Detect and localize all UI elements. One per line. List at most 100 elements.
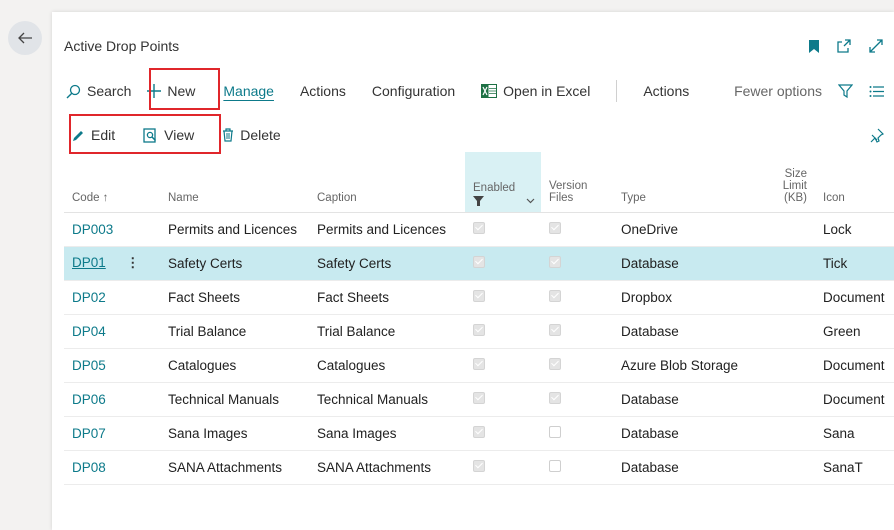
version-files-checkbox[interactable] (549, 425, 561, 438)
open-new-window-icon[interactable] (836, 38, 852, 54)
configuration-label: Configuration (371, 83, 456, 99)
view-label: View (164, 127, 195, 143)
column-header-size-limit[interactable]: Size Limit (KB) (756, 152, 815, 213)
column-header-version-files[interactable]: Version Files (541, 152, 613, 213)
version-files-checkbox[interactable] (549, 221, 561, 234)
version-files-checkbox[interactable] (549, 357, 561, 370)
pencil-icon (73, 130, 83, 141)
row-code-link[interactable]: DP003 (72, 222, 113, 237)
view-button[interactable]: View (143, 127, 194, 143)
enabled-checkbox[interactable] (473, 357, 485, 370)
row-name: Fact Sheets (160, 280, 309, 315)
version-files-checkbox[interactable] (549, 255, 561, 268)
row-caption: Permits and Licences (309, 212, 465, 247)
edit-label: Edit (91, 127, 116, 143)
row-icon-value: Lock (815, 212, 894, 247)
column-version-label: Version (549, 179, 588, 192)
row-type: Azure Blob Storage (613, 348, 756, 383)
expand-icon[interactable] (868, 38, 884, 54)
row-code-link[interactable]: DP02 (72, 290, 106, 305)
new-label: New (167, 83, 196, 99)
table-row[interactable]: DP07 Sana Images Sana Images Database Sa… (64, 416, 894, 451)
enabled-checkbox[interactable] (473, 323, 485, 336)
row-name: Permits and Licences (160, 212, 309, 247)
column-header-caption[interactable]: Caption (309, 152, 465, 213)
row-code-link[interactable]: DP01 (72, 255, 106, 270)
table-row[interactable]: DP05 Catalogues Catalogues Azure Blob St… (64, 348, 894, 383)
table-row[interactable]: DP04 Trial Balance Trial Balance Databas… (64, 314, 894, 349)
toolbar-divider (616, 80, 618, 102)
search-label: Search (87, 83, 132, 99)
row-caption: Trial Balance (309, 314, 465, 349)
back-button[interactable] (8, 21, 42, 55)
filter-icon[interactable] (838, 83, 853, 99)
enabled-checkbox[interactable] (473, 391, 485, 404)
open-in-excel-button[interactable]: Open in Excel (481, 83, 590, 99)
table-row-selected[interactable]: DP01 ⋮ Safety Certs Safety Certs Database… (64, 246, 894, 281)
column-code-label: Code ↑ (72, 191, 109, 204)
excel-icon (481, 84, 498, 98)
row-type: Database (613, 416, 756, 451)
table-row[interactable]: DP02 Fact Sheets Fact Sheets Dropbox Doc… (64, 280, 894, 315)
row-icon-value: Green (815, 314, 894, 349)
row-icon-value: Document (815, 280, 894, 315)
page-card: Active Drop Points Search New Manage Act… (52, 12, 894, 530)
row-caption: Technical Manuals (309, 382, 465, 417)
enabled-checkbox[interactable] (473, 289, 485, 302)
sub-action-bar: Edit View Delete (72, 122, 884, 148)
edit-button[interactable]: Edit (72, 127, 115, 143)
row-size-limit (756, 348, 815, 383)
arrow-left-icon (18, 32, 32, 44)
version-files-checkbox[interactable] (549, 289, 561, 302)
row-code-link[interactable]: DP04 (72, 324, 106, 339)
tab-manage[interactable]: Manage (223, 83, 274, 99)
new-button[interactable]: New (147, 83, 195, 99)
row-code-link[interactable]: DP06 (72, 392, 106, 407)
view-icon (143, 127, 157, 143)
enabled-checkbox[interactable] (473, 255, 485, 268)
row-type: Dropbox (613, 280, 756, 315)
pin-icon[interactable] (869, 128, 884, 143)
row-size-limit (756, 450, 815, 485)
tab-configuration[interactable]: Configuration (372, 83, 455, 99)
grid-header-row: Code ↑ Name Caption Enabled Version File… (64, 152, 894, 213)
column-header-enabled[interactable]: Enabled (465, 152, 541, 213)
row-size-limit (756, 280, 815, 315)
row-type: OneDrive (613, 212, 756, 247)
column-header-icon[interactable]: Icon (815, 152, 894, 213)
row-code-link[interactable]: DP05 (72, 358, 106, 373)
row-icon-value: Tick (815, 246, 894, 281)
column-kb-label: (KB) (784, 191, 807, 204)
actions-menu[interactable]: Actions (643, 83, 689, 99)
delete-button[interactable]: Delete (222, 127, 281, 143)
column-icon-label: Icon (823, 191, 845, 204)
row-code-link[interactable]: DP08 (72, 460, 106, 475)
row-more-options-icon[interactable]: ⋮ (126, 255, 140, 271)
version-files-checkbox[interactable] (549, 459, 561, 472)
row-code-link[interactable]: DP07 (72, 426, 106, 441)
table-row[interactable]: DP003 Permits and Licences Permits and L… (64, 212, 894, 247)
enabled-checkbox[interactable] (473, 221, 485, 234)
enabled-checkbox[interactable] (473, 425, 485, 438)
column-header-code[interactable]: Code ↑ (64, 152, 160, 213)
row-size-limit (756, 212, 815, 247)
enabled-checkbox[interactable] (473, 459, 485, 472)
table-row[interactable]: DP08 SANA Attachments SANA Attachments D… (64, 450, 894, 485)
column-caption-label: Caption (317, 191, 357, 204)
list-view-icon[interactable] (869, 85, 884, 98)
version-files-checkbox[interactable] (549, 391, 561, 404)
version-files-checkbox[interactable] (549, 323, 561, 336)
column-header-name[interactable]: Name (160, 152, 309, 213)
column-limit-label: Limit (782, 179, 807, 192)
filter-funnel-icon (473, 195, 484, 206)
row-name: Technical Manuals (160, 382, 309, 417)
fewer-options-button[interactable]: Fewer options (734, 83, 822, 99)
chevron-down-icon (526, 198, 535, 203)
column-header-type[interactable]: Type (613, 152, 756, 213)
row-type: Database (613, 382, 756, 417)
row-size-limit (756, 246, 815, 281)
tab-actions[interactable]: Actions (300, 83, 346, 99)
search-button[interactable]: Search (66, 83, 131, 99)
bookmark-icon[interactable] (808, 39, 820, 54)
table-row[interactable]: DP06 Technical Manuals Technical Manuals… (64, 382, 894, 417)
